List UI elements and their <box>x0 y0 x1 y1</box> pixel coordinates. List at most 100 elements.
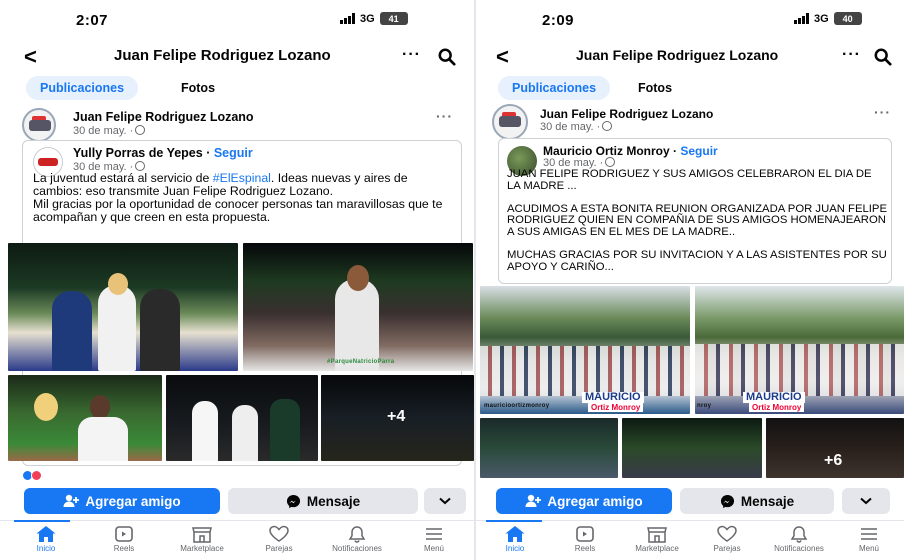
shared-author[interactable]: Yully Porras de Yepes · Seguir <box>73 146 253 160</box>
chevron-left-icon[interactable]: < <box>24 44 37 70</box>
nav-dating[interactable]: Parejas <box>692 525 762 553</box>
tab-publicaciones[interactable]: Publicaciones <box>26 76 139 100</box>
nav-home[interactable]: Inicio <box>480 525 550 553</box>
more-actions-button[interactable] <box>424 488 466 514</box>
bottom-nav: Inicio Reels Marketplace Parejas Notific… <box>476 520 904 560</box>
post-text: La juventud estará al servicio de #ElEsp… <box>33 171 443 224</box>
tab-fotos[interactable]: Fotos <box>181 76 215 100</box>
photo-watermark-name: MAURICIO <box>743 392 805 403</box>
more-actions-button[interactable] <box>842 488 890 514</box>
post-author[interactable]: Juan Felipe Rodriguez Lozano <box>540 107 713 121</box>
active-tab-indicator <box>486 520 542 522</box>
photo-5[interactable]: +4 <box>321 375 474 461</box>
avatar[interactable] <box>492 104 528 140</box>
chevron-left-icon[interactable]: < <box>496 44 509 70</box>
post-author[interactable]: Juan Felipe Rodriguez Lozano <box>73 110 254 124</box>
marketplace-icon <box>192 527 212 543</box>
battery-icon: 41 <box>379 12 408 25</box>
screen-left: 2:07 3G 41 < Juan Felipe Rodriguez Lozan… <box>0 0 474 560</box>
photo-watermark-handle: mauricioortizmonroy <box>484 403 550 409</box>
profile-header: < Juan Felipe Rodriguez Lozano ··· <box>476 42 904 72</box>
photo-1[interactable] <box>8 243 238 371</box>
photo-watermark-sub: Ortiz Monroy <box>588 403 644 412</box>
tab-fotos[interactable]: Fotos <box>638 76 672 100</box>
chevron-down-icon <box>860 497 872 505</box>
nav-menu[interactable]: Menú <box>834 525 904 553</box>
more-photos-count: +6 <box>824 452 843 469</box>
photo-watermark-handle: nroy <box>697 403 712 409</box>
add-friend-button[interactable]: Agregar amigo <box>496 488 672 514</box>
reaction-icons[interactable] <box>22 470 42 481</box>
message-button[interactable]: Mensaje <box>680 488 834 514</box>
bell-icon <box>348 526 366 543</box>
search-icon[interactable] <box>874 48 892 66</box>
photo-4[interactable] <box>622 418 762 478</box>
photo-3[interactable] <box>8 375 162 461</box>
add-friend-button[interactable]: Agregar amigo <box>24 488 220 514</box>
active-tab-indicator <box>14 520 70 522</box>
search-icon[interactable] <box>438 48 456 66</box>
more-photos-count: +4 <box>387 408 406 425</box>
follow-link[interactable]: Seguir <box>214 146 253 160</box>
globe-icon <box>605 157 616 167</box>
nav-notifications[interactable]: Notificaciones <box>322 525 392 553</box>
post-more-icon[interactable]: ··· <box>874 104 891 120</box>
photo-watermark: #ParqueNatricioParra <box>327 359 395 365</box>
post-date: 30 de may. · <box>73 125 146 137</box>
photo-4[interactable] <box>166 375 318 461</box>
photo-1[interactable]: MAURICIO Ortiz Monroy mauricioortizmonro… <box>480 286 690 414</box>
more-horizontal-icon[interactable]: ··· <box>842 46 861 64</box>
shared-post[interactable]: Mauricio Ortiz Monroy · Seguir 30 de may… <box>498 138 892 284</box>
hamburger-menu-icon <box>426 528 442 540</box>
heart-icon <box>717 525 737 542</box>
photo-2[interactable]: MAURICIO Ortiz Monroy nroy <box>695 286 904 414</box>
nav-reels[interactable]: Reels <box>89 525 159 553</box>
profile-tabs: Publicaciones Fotos <box>476 76 904 102</box>
battery-icon: 40 <box>833 12 862 25</box>
photo-2[interactable]: #ParqueNatricioParra <box>243 243 473 371</box>
status-bar: 2:07 3G 41 <box>0 0 474 40</box>
post-date: 30 de may. · <box>540 121 613 133</box>
bell-icon <box>790 526 808 543</box>
nav-home[interactable]: Inicio <box>11 525 81 553</box>
signal-icon <box>340 13 355 24</box>
follow-link[interactable]: Seguir <box>680 144 717 158</box>
profile-tabs: Publicaciones Fotos <box>0 76 474 102</box>
nav-marketplace[interactable]: Marketplace <box>167 525 237 553</box>
tab-publicaciones[interactable]: Publicaciones <box>498 76 611 100</box>
nav-notifications[interactable]: Notificaciones <box>764 525 834 553</box>
more-horizontal-icon[interactable]: ··· <box>402 46 421 64</box>
hashtag-link[interactable]: #ElEspinal <box>213 171 271 185</box>
bottom-nav: Inicio Reels Marketplace Parejas Notific… <box>0 520 474 560</box>
hamburger-menu-icon <box>861 528 877 540</box>
globe-icon <box>135 161 146 171</box>
home-icon <box>36 526 56 542</box>
add-person-icon <box>525 494 542 507</box>
add-person-icon <box>63 494 80 507</box>
post-text: JUAN FELIPE RODRIGUEZ Y SUS AMIGOS CELEB… <box>507 168 887 273</box>
post-more-icon[interactable]: ··· <box>436 108 453 124</box>
message-button[interactable]: Mensaje <box>228 488 418 514</box>
avatar[interactable] <box>22 108 56 142</box>
photo-watermark-name: MAURICIO <box>582 392 644 403</box>
home-icon <box>505 526 525 542</box>
reels-icon <box>115 526 133 542</box>
reels-icon <box>576 526 594 542</box>
nav-dating[interactable]: Parejas <box>244 525 314 553</box>
photo-watermark-sub: Ortiz Monroy <box>749 403 805 412</box>
signal-icon <box>794 13 809 24</box>
messenger-icon <box>720 494 734 508</box>
profile-title: Juan Felipe Rodriguez Lozano <box>576 47 779 63</box>
shared-author[interactable]: Mauricio Ortiz Monroy · Seguir <box>543 144 718 158</box>
chevron-down-icon <box>439 497 451 505</box>
marketplace-icon <box>647 527 667 543</box>
globe-icon <box>135 125 146 135</box>
profile-header: < Juan Felipe Rodriguez Lozano ··· <box>0 42 474 72</box>
nav-menu[interactable]: Menú <box>399 525 469 553</box>
globe-icon <box>602 121 613 131</box>
nav-marketplace[interactable]: Marketplace <box>622 525 692 553</box>
nav-reels[interactable]: Reels <box>550 525 620 553</box>
photo-3[interactable] <box>480 418 618 478</box>
photo-5[interactable]: +6 <box>766 418 904 478</box>
profile-title: Juan Felipe Rodriguez Lozano <box>114 47 331 64</box>
